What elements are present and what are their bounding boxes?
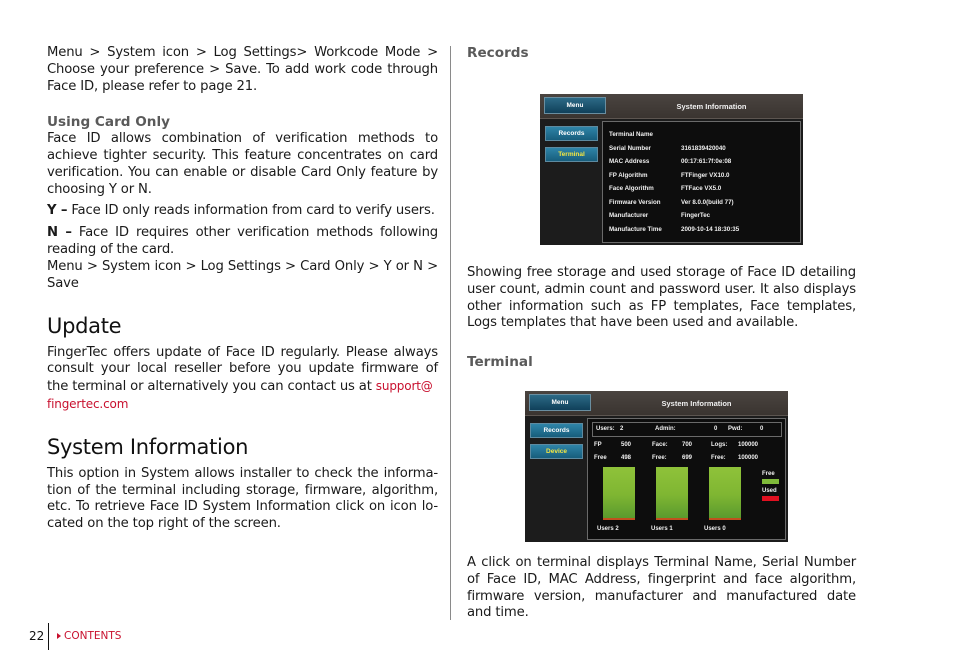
fp-storage-bar bbox=[603, 467, 635, 520]
option-n-text: Face ID requires other verification meth… bbox=[47, 225, 438, 258]
fp-free-value: 498 bbox=[621, 455, 632, 461]
records-heading: Records bbox=[467, 45, 529, 61]
screen-title: System Information bbox=[676, 102, 747, 111]
right-column: Records Showing free storage and used st… bbox=[467, 45, 856, 620]
page-number: 22 bbox=[29, 629, 45, 643]
screen-device-button[interactable]: Device bbox=[530, 444, 583, 459]
screen-title: System Information bbox=[661, 399, 732, 408]
info-row-face-algorithm: Face Algorithm FTFace VX5.0 bbox=[609, 185, 722, 192]
terminal-description: A click on terminal displays Terminal Na… bbox=[467, 555, 856, 621]
storage-panel: Users: 2 Admin: 0 Pwd: 0 FP 500 Face: 70… bbox=[587, 418, 786, 540]
bar-caption-3: Users 0 bbox=[704, 526, 726, 532]
logs-storage-bar bbox=[709, 467, 741, 520]
column-divider bbox=[450, 46, 451, 620]
terminal-heading: Terminal bbox=[467, 354, 533, 370]
records-description: Showing free storage and used storage of… bbox=[467, 265, 856, 331]
option-y-text: Face ID only reads information from card… bbox=[67, 202, 435, 218]
face-value: 700 bbox=[682, 442, 693, 448]
option-y-term: Y – bbox=[47, 202, 68, 218]
screen-topbar: Menu System Information bbox=[525, 391, 788, 416]
contents-link[interactable]: CONTENTS bbox=[57, 630, 121, 642]
face-free-label: Free: bbox=[652, 455, 667, 461]
fp-value: 500 bbox=[621, 442, 632, 448]
system-information-heading: System Information bbox=[47, 434, 249, 459]
user-count-box: Users: 2 Admin: 0 Pwd: 0 bbox=[592, 422, 782, 437]
logs-label: Logs: bbox=[711, 442, 728, 448]
bar-caption-2: Users 1 bbox=[651, 526, 673, 532]
screen-records-button[interactable]: Records bbox=[545, 126, 598, 141]
face-label: Face: bbox=[652, 442, 668, 448]
triangle-right-icon bbox=[57, 633, 61, 639]
support-email-link-part1[interactable]: support@ bbox=[376, 379, 433, 393]
users-label: Users: bbox=[596, 426, 615, 432]
update-description: FingerTec offers update of Face ID regul… bbox=[47, 345, 438, 414]
legend-used-swatch bbox=[762, 496, 779, 501]
card-only-path: Menu > System icon > Log Settings > Card… bbox=[47, 258, 438, 291]
legend-free-swatch bbox=[762, 479, 779, 484]
info-row-terminal-name: Terminal Name bbox=[609, 131, 653, 138]
info-row-manufacturer: Manufacturer FingerTec bbox=[609, 212, 711, 219]
contents-link-label: CONTENTS bbox=[64, 630, 122, 642]
logs-value: 100000 bbox=[738, 442, 759, 448]
records-storage-screenshot: Menu System Information Records Device U… bbox=[525, 391, 788, 542]
bar-caption-1: Users 2 bbox=[597, 526, 619, 532]
pwd-value: 0 bbox=[760, 426, 764, 432]
terminal-info-panel: Terminal Name Serial Number 3161839420040… bbox=[602, 121, 801, 243]
left-column: Menu > System icon > Log Settings> Workc… bbox=[47, 45, 438, 533]
logs-free-label: Free: bbox=[711, 455, 726, 461]
legend-used-label: Used bbox=[762, 488, 777, 494]
info-row-serial-number: Serial Number 3161839420040 bbox=[609, 144, 726, 152]
update-heading: Update bbox=[47, 313, 122, 338]
using-card-only-heading: Using Card Only bbox=[47, 114, 171, 131]
legend-free-label: Free bbox=[762, 471, 775, 477]
pwd-label: Pwd: bbox=[728, 426, 743, 432]
screen-menu-button[interactable]: Menu bbox=[529, 394, 591, 411]
support-email-link-part2[interactable]: fingertec.com bbox=[47, 397, 128, 411]
admin-value: 0 bbox=[714, 426, 718, 432]
face-free-value: 699 bbox=[682, 455, 693, 461]
workcode-instructions: Menu > System icon > Log Settings> Workc… bbox=[47, 45, 438, 94]
terminal-info-screenshot: Menu System Information Records Terminal… bbox=[540, 94, 803, 245]
screen-topbar: Menu System Information bbox=[540, 94, 803, 119]
users-value: 2 bbox=[620, 426, 624, 432]
info-row-fp-algorithm: FP Algorithm FTFinger VX10.0 bbox=[609, 171, 730, 179]
fp-free-label: Free bbox=[594, 455, 607, 461]
admin-label: Admin: bbox=[655, 426, 676, 432]
option-n-description: N – Face ID requires other verification … bbox=[47, 225, 438, 259]
fp-label: FP bbox=[594, 442, 602, 448]
footer-divider bbox=[48, 623, 49, 650]
face-storage-bar bbox=[656, 467, 688, 520]
screen-terminal-button[interactable]: Terminal bbox=[545, 147, 598, 162]
option-y-description: Y – Face ID only reads information from … bbox=[47, 203, 438, 220]
card-only-description: Face ID allows combination of verificati… bbox=[47, 131, 438, 197]
screen-menu-button[interactable]: Menu bbox=[544, 97, 606, 114]
logs-free-value: 100000 bbox=[738, 455, 759, 461]
info-row-manufacture-time: Manufacture Time 2009-10-14 18:30:35 bbox=[609, 225, 740, 233]
info-row-mac-address: MAC Address 00:17:61:7f:0e:08 bbox=[609, 158, 732, 165]
system-information-description: This option in System allows installer t… bbox=[47, 465, 438, 532]
info-row-firmware-version: Firmware Version Ver 8.0.0(build 77) bbox=[609, 198, 734, 206]
screen-records-button[interactable]: Records bbox=[530, 423, 583, 438]
option-n-term: N – bbox=[47, 225, 72, 241]
